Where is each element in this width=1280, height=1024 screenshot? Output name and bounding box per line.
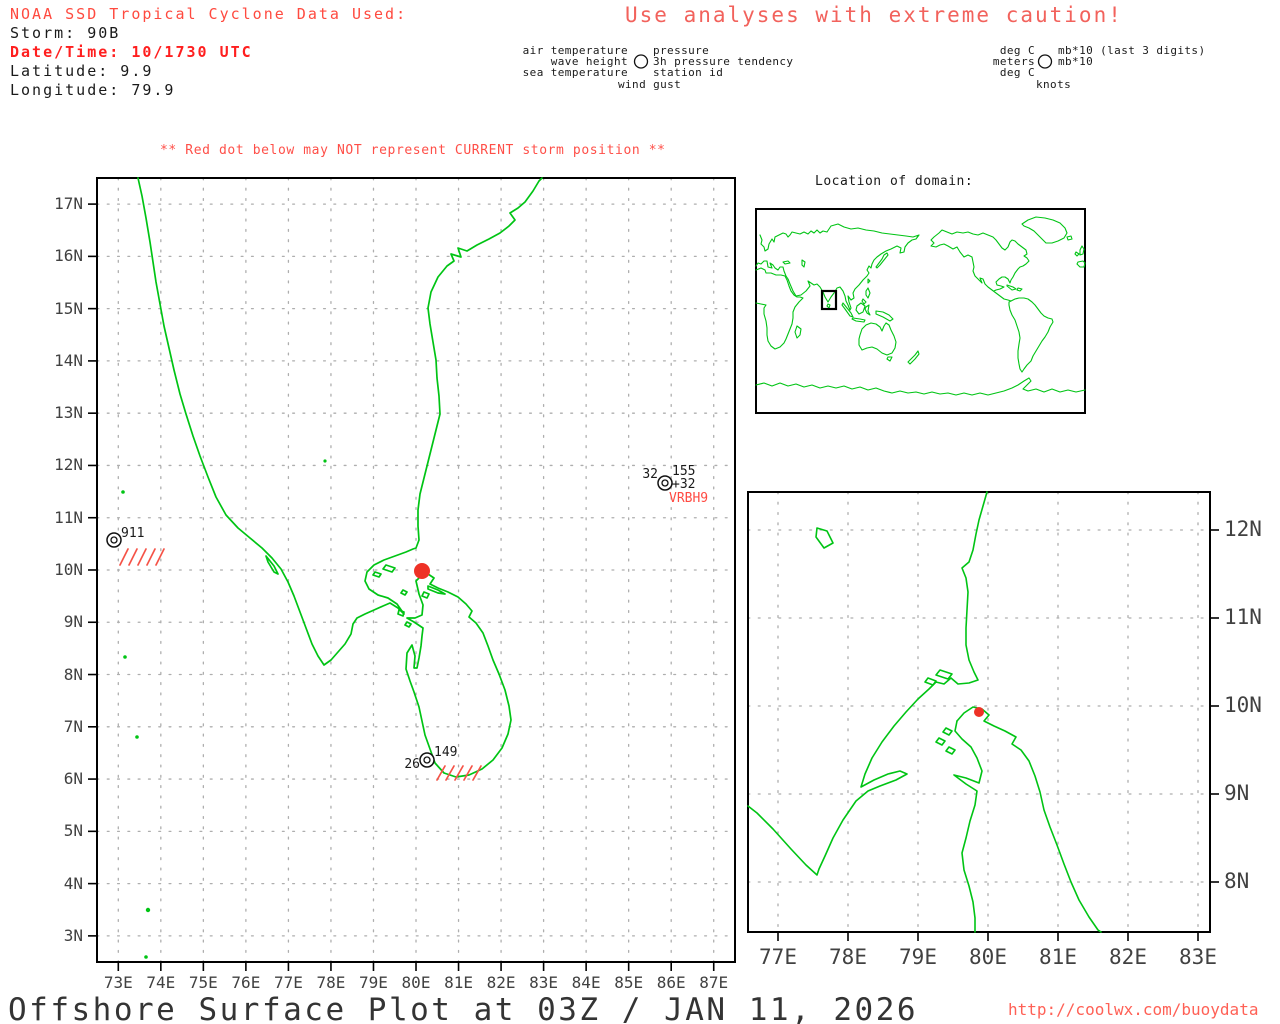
world-coastline-south-america <box>1008 297 1054 373</box>
main-map-x-tick-label: 78E <box>316 973 346 992</box>
zoom-map-x-tick-label: 82E <box>1109 945 1147 969</box>
world-coastline-africa <box>755 267 804 350</box>
island-dot <box>323 459 327 463</box>
main-map-x-tick-label: 83E <box>529 973 559 992</box>
main-map-y-tick-label: 4N <box>63 873 83 893</box>
header-storm-line: Storm: 90B <box>10 24 121 42</box>
station-vrbh9-air-temp: 32 <box>642 467 658 482</box>
main-map-y-tick-label: 8N <box>63 664 83 684</box>
storm-position-warning: ** Red dot below may NOT represent CURRE… <box>160 143 666 158</box>
world-coastline-north-america <box>930 229 1030 302</box>
plot-title: Offshore Surface Plot at 03Z / JAN 11, 2… <box>8 992 919 1024</box>
main-map-x-tick-label: 85E <box>614 973 644 992</box>
main-map-y-tick-label: 10N <box>54 559 83 579</box>
main-map-x-tick-label: 77E <box>273 973 303 992</box>
main-map-y-tick-label: 3N <box>63 925 83 945</box>
main-map-x-tick-label: 79E <box>359 973 388 992</box>
zoom-map-y-tick-label: 12N <box>1224 517 1262 541</box>
zoom-map-y-tick-label: 8N <box>1224 869 1250 893</box>
main-map-y-tick-label: 14N <box>54 350 83 370</box>
coastline-india <box>137 177 543 666</box>
station-149-sea-temp: 26 <box>404 757 420 772</box>
caution-banner: Use analyses with extreme caution! <box>625 3 1123 27</box>
main-map-x-tick-label: 87E <box>699 973 729 992</box>
station-vrbh9-tendency: +32 <box>672 477 696 492</box>
zoom-map <box>747 491 1211 933</box>
island-dot <box>121 490 125 494</box>
main-map-y-tick-label: 13N <box>54 403 83 423</box>
legend-units-circle <box>1037 54 1053 69</box>
units-knots-label: knots <box>1036 78 1072 91</box>
world-coastline-australia <box>858 322 920 365</box>
zoom-coastline-sri-lanka-west <box>953 720 983 933</box>
zoom-map-x-tick-label: 77E <box>759 945 797 969</box>
zoom-map-y-tick-label: 11N <box>1224 605 1262 629</box>
main-map-x-tick-label: 73E <box>103 973 133 992</box>
station-149-pressure: 149 <box>434 745 458 760</box>
zoom-map-x-tick-label: 78E <box>829 945 867 969</box>
main-map-y-tick-label: 9N <box>63 612 83 632</box>
zoom-coastline-sri-lanka-east <box>956 706 1102 933</box>
world-coastline-antarctica <box>755 377 1086 396</box>
header-longitude-line: Longitude: 79.9 <box>10 81 176 99</box>
main-map-y-tick-label: 6N <box>63 769 83 789</box>
main-map-y-tick-label: 12N <box>54 455 83 475</box>
main-map-x-tick-label: 75E <box>188 973 218 992</box>
main-map <box>96 177 736 963</box>
units-mb10-label: mb*10 <box>1058 55 1094 68</box>
world-coastline-greenland-atlantic <box>1021 216 1086 268</box>
zoom-map-x-tick-label: 80E <box>969 945 1007 969</box>
station-vrbh9-id: VRBH9 <box>669 491 709 506</box>
main-map-x-tick-label: 80E <box>401 973 431 992</box>
inset-map-title: Location of domain: <box>815 174 974 189</box>
units-degc-sea-label: deg C <box>999 66 1035 79</box>
world-inset-map <box>755 208 1086 414</box>
storm-position-dot <box>414 563 430 579</box>
header-latitude-line: Latitude: 9.9 <box>10 62 154 80</box>
main-map-x-tick-label: 76E <box>231 973 261 992</box>
main-map-y-tick-label: 5N <box>63 821 83 841</box>
world-inset-frame <box>755 208 1086 414</box>
main-map-x-tick-label: 82E <box>486 973 516 992</box>
main-map-x-tick-label: 84E <box>571 973 601 992</box>
main-map-x-tick-label: 74E <box>146 973 176 992</box>
source-url-link[interactable]: http://coolwx.com/buoydata <box>1008 1000 1258 1019</box>
main-map-x-tick-label: 86E <box>656 973 686 992</box>
station-marker-vrbh9 <box>657 475 673 491</box>
island-dot <box>135 735 139 739</box>
main-map-y-tick-label: 15N <box>54 298 83 318</box>
zoom-map-y-tick-label: 9N <box>1224 781 1250 805</box>
zoom-map-y-tick-label: 10N <box>1224 693 1262 717</box>
legend-sea-temperature-label: sea temperature <box>522 66 628 79</box>
header-datetime-line: Date/Time: 10/1730 UTC <box>10 43 253 61</box>
main-map-y-tick-label: 17N <box>54 194 83 214</box>
island-dot <box>144 955 148 959</box>
grid-layer <box>88 177 1219 971</box>
zoom-storm-position-dot <box>974 707 984 717</box>
header-source-line: NOAA SSD Tropical Cyclone Data Used: <box>10 5 408 23</box>
main-map-x-tick-label: 81E <box>444 973 473 992</box>
zoom-map-x-tick-label: 81E <box>1039 945 1077 969</box>
zoom-map-x-tick-label: 83E <box>1179 945 1217 969</box>
main-map-y-tick-label: 16N <box>54 246 83 266</box>
zoom-coastline-india <box>747 491 988 876</box>
island-dot <box>123 655 127 659</box>
legend-station-circle <box>633 54 649 69</box>
buoy-surface-plot-page: NOAA SSD Tropical Cyclone Data Used: Sto… <box>0 0 1280 1024</box>
legend-wind-gust-label: wind gust <box>618 78 682 91</box>
zoom-map-x-tick-label: 79E <box>899 945 937 969</box>
station-911-pressure: 911 <box>121 526 145 541</box>
island-dot <box>145 907 151 913</box>
zoom-coastline-detail <box>815 527 956 755</box>
world-coastline-eurasia <box>755 223 920 311</box>
main-map-y-tick-label: 7N <box>63 716 83 736</box>
main-map-y-tick-label: 11N <box>54 507 83 527</box>
